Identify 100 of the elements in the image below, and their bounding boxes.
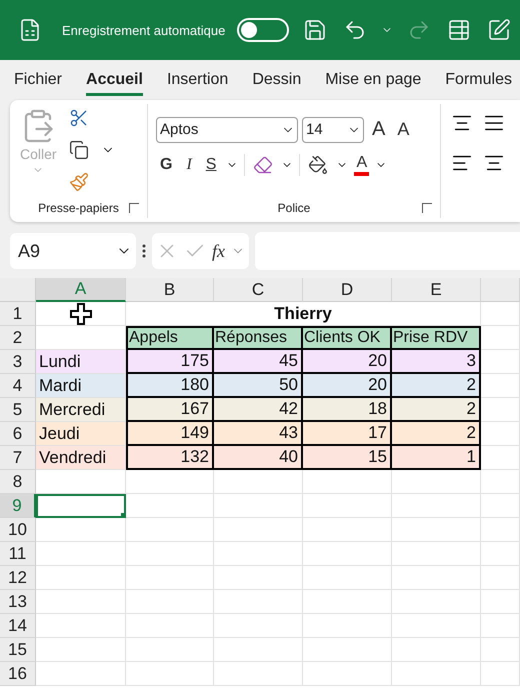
grid-cell[interactable]: [392, 638, 481, 662]
grid-cell[interactable]: [481, 374, 520, 398]
grid-cell[interactable]: [481, 494, 520, 518]
grid-cell[interactable]: [126, 566, 214, 590]
launcher-icon[interactable]: [129, 203, 139, 213]
row-header[interactable]: 9: [0, 494, 36, 518]
grid-cell[interactable]: [481, 422, 520, 446]
grid-cell[interactable]: [303, 494, 392, 518]
grid-cell[interactable]: [481, 398, 520, 422]
grid-cell[interactable]: [126, 590, 214, 614]
ribbon-tab[interactable]: Formules: [445, 64, 512, 96]
grid-cell[interactable]: [36, 566, 126, 590]
grid-cell[interactable]: [303, 614, 392, 638]
grid-cell[interactable]: [303, 638, 392, 662]
grid-cell[interactable]: [481, 350, 520, 374]
bold-button[interactable]: G: [156, 154, 176, 176]
grid-cell[interactable]: [392, 590, 481, 614]
active-cell[interactable]: [36, 494, 126, 518]
grid-cell[interactable]: [392, 566, 481, 590]
grid-cell[interactable]: [481, 566, 520, 590]
grid-cell[interactable]: [392, 494, 481, 518]
underline-button[interactable]: S: [202, 154, 220, 176]
grid-cell[interactable]: [36, 662, 126, 686]
grid-cell[interactable]: [303, 542, 392, 566]
grid-cell[interactable]: [126, 638, 214, 662]
ribbon-tab[interactable]: Fichier: [14, 64, 62, 96]
row-header[interactable]: 6: [0, 422, 36, 446]
column-header[interactable]: E: [392, 278, 481, 302]
grid-cell[interactable]: [36, 638, 126, 662]
row-header[interactable]: 8: [0, 470, 36, 494]
grid-cell[interactable]: [36, 542, 126, 566]
grid-cell[interactable]: [481, 662, 520, 686]
grid-cell[interactable]: [303, 470, 392, 494]
row-header[interactable]: 15: [0, 638, 36, 662]
row-header[interactable]: 14: [0, 614, 36, 638]
autosave-toggle[interactable]: [237, 18, 290, 42]
grow-font-button[interactable]: A: [368, 116, 390, 143]
shrink-font-button[interactable]: A: [393, 117, 414, 142]
row-header[interactable]: 3: [0, 350, 36, 374]
row-header[interactable]: 2: [0, 326, 36, 350]
grid-cell[interactable]: [481, 518, 520, 542]
italic-button[interactable]: I: [182, 154, 196, 176]
row-header[interactable]: 11: [0, 542, 36, 566]
grid-cell[interactable]: [481, 326, 520, 350]
grid-cell[interactable]: [214, 566, 303, 590]
grid-cell[interactable]: [481, 470, 520, 494]
column-header[interactable]: B: [126, 278, 214, 302]
grid-cell[interactable]: [303, 662, 392, 686]
grid-cell[interactable]: [214, 614, 303, 638]
column-header[interactable]: A: [36, 278, 126, 302]
ribbon-tab[interactable]: Dessin: [252, 64, 302, 96]
grid-cell[interactable]: [126, 662, 214, 686]
grid-cell[interactable]: [392, 542, 481, 566]
ribbon-tab[interactable]: Mise en page: [325, 64, 422, 96]
grid-cell[interactable]: [214, 470, 303, 494]
font-name-field[interactable]: Aptos: [156, 116, 298, 142]
grid-cell[interactable]: [214, 494, 303, 518]
insert-function-button[interactable]: fx: [212, 240, 225, 262]
grid-cell[interactable]: [214, 590, 303, 614]
row-header[interactable]: 5: [0, 398, 36, 422]
grid-cell[interactable]: [36, 302, 126, 326]
grid-cell[interactable]: [126, 614, 214, 638]
grid-cell[interactable]: [481, 542, 520, 566]
grid-cell[interactable]: [214, 542, 303, 566]
grid-cell[interactable]: [36, 470, 126, 494]
row-header[interactable]: 10: [0, 518, 36, 542]
grid-cell[interactable]: [36, 614, 126, 638]
grid-cell[interactable]: [126, 518, 214, 542]
grid-cell[interactable]: [36, 590, 126, 614]
row-header[interactable]: 7: [0, 446, 36, 470]
name-box[interactable]: A9: [10, 233, 136, 269]
grid-cell[interactable]: [303, 566, 392, 590]
grid-cell[interactable]: [392, 518, 481, 542]
row-header[interactable]: 16: [0, 662, 36, 686]
font-size-field[interactable]: 14: [302, 116, 364, 142]
row-header[interactable]: 13: [0, 590, 36, 614]
grid-cell[interactable]: [481, 446, 520, 470]
grid-cell[interactable]: [214, 662, 303, 686]
grid-cell[interactable]: [392, 614, 481, 638]
grid-cell[interactable]: [214, 518, 303, 542]
column-header[interactable]: [481, 278, 520, 302]
ribbon-tab[interactable]: Insertion: [166, 64, 228, 96]
launcher-icon[interactable]: [422, 203, 432, 213]
grid-cell[interactable]: [214, 638, 303, 662]
grid-cell[interactable]: [392, 662, 481, 686]
row-header[interactable]: 12: [0, 566, 36, 590]
grid-cell[interactable]: [481, 614, 520, 638]
grid-cell[interactable]: [126, 494, 214, 518]
grid-cell[interactable]: [392, 470, 481, 494]
grid-cell[interactable]: [36, 518, 126, 542]
grid-cell[interactable]: [126, 542, 214, 566]
grid-cell[interactable]: [126, 470, 214, 494]
column-header[interactable]: C: [214, 278, 303, 302]
grid-cell[interactable]: [481, 590, 520, 614]
row-header[interactable]: 1: [0, 302, 36, 326]
column-header[interactable]: D: [303, 278, 392, 302]
grid-cell[interactable]: [481, 638, 520, 662]
grid-cell[interactable]: [481, 302, 520, 326]
font-color-button[interactable]: A: [354, 154, 370, 176]
grid-cell[interactable]: [303, 518, 392, 542]
